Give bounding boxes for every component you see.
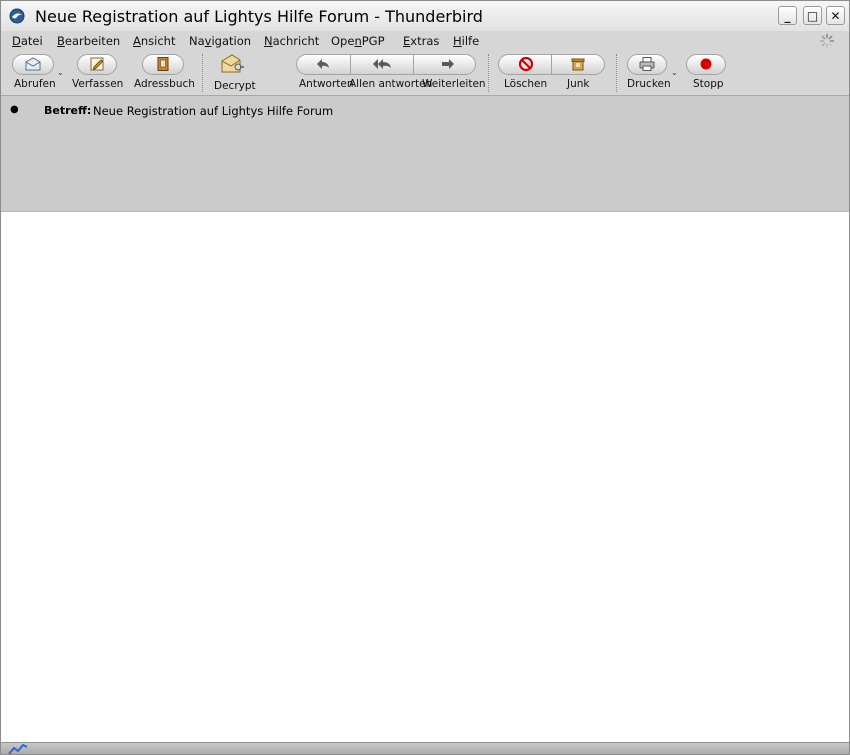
subject-value: Neue Registration auf Lightys Hilfe Foru… <box>93 104 334 118</box>
forward-label: Weiterleiten <box>422 78 486 90</box>
inbox-envelope-icon <box>25 57 41 71</box>
menu-view[interactable]: Ansicht <box>133 34 175 48</box>
menu-openpgp[interactable]: OpenPGP <box>331 34 385 48</box>
window-title: Neue Registration auf Lightys Hilfe Foru… <box>35 7 483 26</box>
status-bar <box>1 742 849 755</box>
menu-bar: Datei Bearbeiten Ansicht Navigation Nach… <box>1 31 849 50</box>
print-dropdown-icon[interactable]: ⌄ <box>671 68 678 77</box>
get-mail-label: Abrufen <box>14 78 56 90</box>
throbber-icon <box>819 33 835 49</box>
online-status-icon[interactable] <box>7 743 29 755</box>
thunderbird-app-icon <box>9 8 25 24</box>
subject-label: Betreff: <box>44 104 92 117</box>
address-book-icon <box>157 57 169 71</box>
main-toolbar: ⌄ Abrufen Verfassen Adressbuch Decrypt A… <box>1 50 849 96</box>
delete-no-entry-icon <box>518 56 534 72</box>
toolbar-separator <box>616 54 617 92</box>
maximize-button[interactable]: □ <box>803 6 822 25</box>
menu-message[interactable]: Nachricht <box>264 34 319 48</box>
compose-pencil-icon <box>90 57 104 71</box>
title-bar[interactable]: Neue Registration auf Lightys Hilfe Foru… <box>1 1 849 32</box>
get-mail-dropdown-icon[interactable]: ⌄ <box>57 68 64 77</box>
reply-arrow-icon <box>317 59 329 69</box>
close-icon: ✕ <box>830 8 841 23</box>
menu-file[interactable]: Datei <box>12 34 43 48</box>
minimize-icon: _ <box>784 8 791 23</box>
minimize-button[interactable]: _ <box>778 6 797 25</box>
menu-navigation[interactable]: Navigation <box>189 34 251 48</box>
message-body-pane[interactable] <box>1 212 849 742</box>
reply-label: Antworten <box>299 78 354 90</box>
menu-edit[interactable]: Bearbeiten <box>57 34 120 48</box>
apple-icon: ● <box>10 104 19 115</box>
message-header-pane: ● Betreff: Neue Registration auf Lightys… <box>1 96 849 212</box>
address-book-label: Adressbuch <box>134 78 195 90</box>
compose-label: Verfassen <box>72 78 124 90</box>
reply-all-label: Allen antworten <box>349 78 433 90</box>
menu-help[interactable]: Hilfe <box>453 34 479 48</box>
stop-label: Stopp <box>693 78 724 90</box>
decrypt-envelope-key-icon <box>221 54 244 73</box>
printer-icon <box>639 57 655 71</box>
decrypt-label: Decrypt <box>214 80 256 92</box>
junk-label: Junk <box>567 78 590 90</box>
menu-extras[interactable]: Extras <box>403 34 439 48</box>
delete-label: Löschen <box>504 78 548 90</box>
print-label: Drucken <box>627 78 671 90</box>
reply-all-arrows-icon <box>373 59 391 69</box>
thunderbird-window: Neue Registration auf Lightys Hilfe Foru… <box>0 0 850 755</box>
forward-arrow-icon <box>442 59 454 69</box>
junk-trash-icon <box>571 58 585 71</box>
stop-red-dot-icon <box>700 58 712 70</box>
close-button[interactable]: ✕ <box>826 6 845 25</box>
toolbar-separator <box>202 54 203 92</box>
toolbar-separator <box>488 54 489 92</box>
maximize-icon: □ <box>806 8 819 23</box>
